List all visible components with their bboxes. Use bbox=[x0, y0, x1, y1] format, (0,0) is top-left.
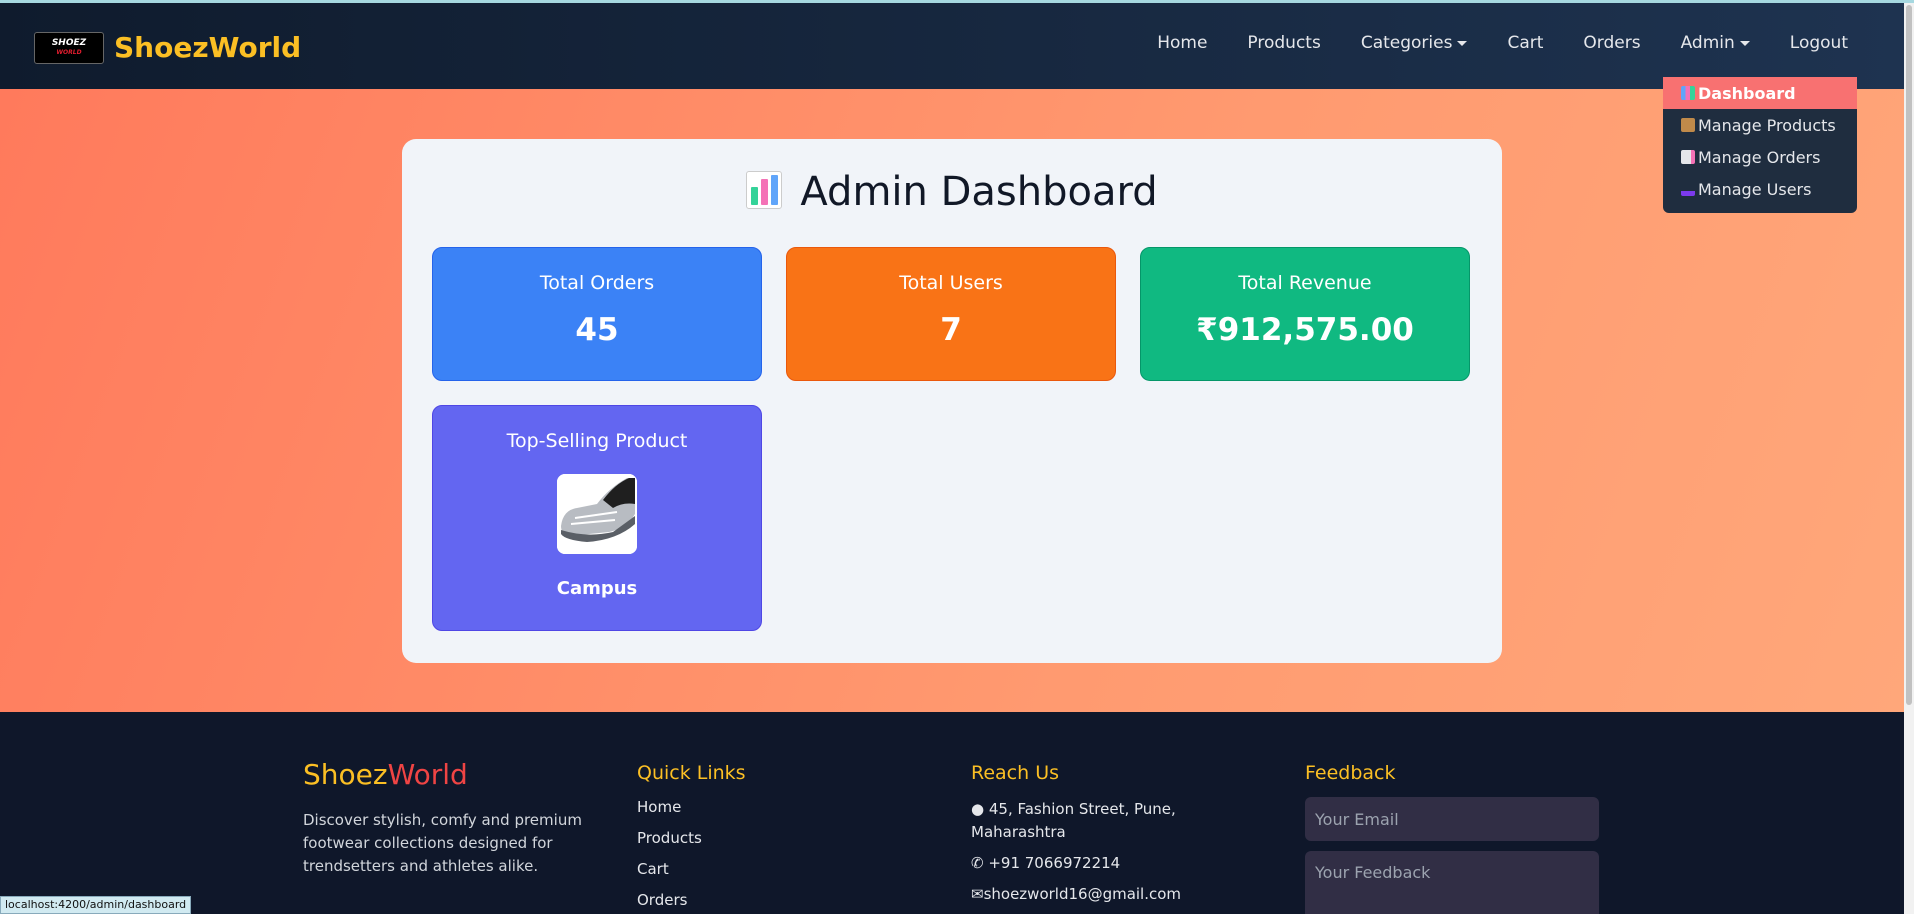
footer-link-cart[interactable]: Cart bbox=[637, 860, 746, 891]
total-users-card: Total Users 7 bbox=[786, 247, 1116, 381]
feedback-textarea[interactable] bbox=[1305, 851, 1599, 914]
footer-phone: ✆ +91 7066972214 bbox=[971, 852, 1201, 875]
footer-link-home[interactable]: Home bbox=[637, 798, 746, 829]
document-icon bbox=[1681, 150, 1695, 164]
menu-item-manage-products[interactable]: Manage Products bbox=[1663, 109, 1857, 141]
menu-item-dashboard[interactable]: Dashboard bbox=[1663, 77, 1857, 109]
page-title: Admin Dashboard bbox=[402, 169, 1502, 215]
stat-label: Top-Selling Product bbox=[506, 430, 688, 452]
footer-address-text: 45, Fashion Street, Pune, Maharashtra bbox=[971, 800, 1176, 841]
nav-products[interactable]: Products bbox=[1247, 33, 1320, 53]
footer-heading: Quick Links bbox=[637, 762, 746, 784]
footer-heading: Reach Us bbox=[971, 762, 1060, 784]
stat-label: Total Orders bbox=[539, 272, 655, 294]
footer-links: Home Products Cart Orders bbox=[637, 798, 746, 914]
map-pin-icon: ● bbox=[971, 800, 989, 818]
footer-description: Discover stylish, comfy and premium foot… bbox=[303, 811, 582, 875]
page-title-text: Admin Dashboard bbox=[800, 169, 1158, 215]
chevron-down-icon bbox=[1739, 40, 1750, 46]
nav-cart[interactable]: Cart bbox=[1507, 33, 1543, 53]
footer-email-text[interactable]: shoezworld16@gmail.com bbox=[984, 885, 1181, 903]
nav-admin-label: Admin bbox=[1680, 33, 1735, 53]
footer-contact: ● 45, Fashion Street, Pune, Maharashtra … bbox=[971, 798, 1201, 906]
feedback-email-input[interactable] bbox=[1305, 797, 1599, 841]
footer: ShoezWorld Discover stylish, comfy and p… bbox=[0, 712, 1904, 914]
brand-name[interactable]: ShoezWorld bbox=[114, 31, 301, 64]
menu-item-label: Manage Users bbox=[1698, 179, 1812, 199]
total-orders-card: Total Orders 45 bbox=[432, 247, 762, 381]
menu-item-label: Manage Products bbox=[1698, 115, 1836, 135]
footer-brand-column: ShoezWorld Discover stylish, comfy and p… bbox=[303, 758, 593, 878]
bar-chart-icon bbox=[1681, 86, 1695, 100]
logo-text-bottom: WORLD bbox=[56, 48, 82, 56]
total-revenue-card: Total Revenue ₹912,575.00 bbox=[1140, 247, 1470, 381]
nav-categories[interactable]: Categories bbox=[1361, 33, 1468, 53]
footer-address: ● 45, Fashion Street, Pune, Maharashtra bbox=[971, 798, 1201, 844]
stat-label: Total Users bbox=[899, 272, 1003, 294]
footer-reach-column: Reach Us ● 45, Fashion Street, Pune, Mah… bbox=[971, 762, 1201, 914]
product-name: Campus bbox=[556, 578, 638, 599]
brand-logo: SHOEZ WORLD bbox=[34, 31, 104, 64]
mail-icon: ✉ bbox=[971, 885, 984, 903]
stat-label: Total Revenue bbox=[1238, 272, 1372, 294]
shoe-image bbox=[557, 474, 637, 554]
brand[interactable]: SHOEZ WORLD ShoezWorld bbox=[34, 31, 301, 64]
top-selling-product-card: Top-Selling Product Campus bbox=[432, 405, 762, 631]
footer-link-products[interactable]: Products bbox=[637, 829, 746, 860]
footer-link-orders[interactable]: Orders bbox=[637, 891, 746, 914]
bar-chart-icon bbox=[746, 171, 783, 209]
nav-logout[interactable]: Logout bbox=[1790, 33, 1848, 53]
dashboard-card: Admin Dashboard Total Orders 45 Total Us… bbox=[402, 139, 1502, 663]
footer-feedback-column: Feedback bbox=[1305, 762, 1599, 914]
menu-item-manage-users[interactable]: Manage Users bbox=[1663, 173, 1857, 205]
nav-admin[interactable]: Admin bbox=[1681, 33, 1750, 53]
nav-orders[interactable]: Orders bbox=[1583, 33, 1640, 53]
menu-item-manage-orders[interactable]: Manage Orders bbox=[1663, 141, 1857, 173]
users-icon bbox=[1681, 182, 1695, 196]
browser-status-url: localhost:4200/admin/dashboard bbox=[0, 896, 192, 914]
footer-brand-first: Shoez bbox=[303, 758, 388, 791]
footer-brand-second: World bbox=[387, 758, 468, 791]
chevron-down-icon bbox=[1457, 40, 1468, 46]
footer-quick-links-column: Quick Links Home Products Cart Orders bbox=[637, 762, 746, 914]
nav-links: Home Products Categories Cart Orders Adm… bbox=[1117, 33, 1848, 53]
footer-heading: Feedback bbox=[1305, 762, 1396, 784]
navbar: SHOEZ WORLD ShoezWorld Home Products Cat… bbox=[0, 3, 1904, 89]
page-scrollbar[interactable] bbox=[1904, 3, 1914, 914]
stat-value: 45 bbox=[575, 312, 619, 348]
package-icon bbox=[1681, 118, 1695, 132]
phone-icon: ✆ bbox=[971, 854, 989, 872]
footer-phone-text: +91 7066972214 bbox=[988, 854, 1121, 872]
footer-brand: ShoezWorld bbox=[303, 758, 593, 791]
menu-item-label: Manage Orders bbox=[1698, 147, 1821, 167]
nav-categories-label: Categories bbox=[1360, 33, 1453, 53]
footer-email: ✉shoezworld16@gmail.com bbox=[971, 883, 1201, 906]
product-image bbox=[557, 474, 637, 554]
scrollbar-thumb[interactable] bbox=[1906, 5, 1912, 705]
stat-value: 7 bbox=[940, 312, 962, 348]
nav-home[interactable]: Home bbox=[1157, 33, 1207, 53]
menu-item-label: Dashboard bbox=[1698, 83, 1796, 103]
logo-text-top: SHOEZ bbox=[51, 37, 87, 48]
admin-dropdown-menu: Dashboard Manage Products Manage Orders … bbox=[1663, 77, 1857, 213]
stat-value: ₹912,575.00 bbox=[1196, 312, 1414, 348]
